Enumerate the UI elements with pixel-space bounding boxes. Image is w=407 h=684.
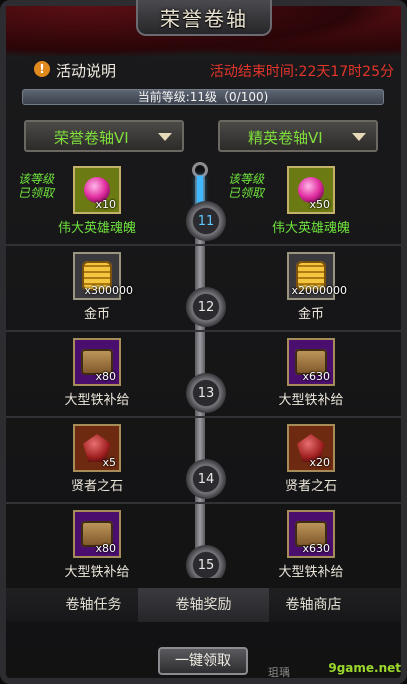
reward-name: 金币 [297, 307, 324, 322]
reward-item-right[interactable]: x630 大型铁补给 [256, 510, 366, 578]
reward-row: x300000 金币 x2000000 金币 12 [6, 244, 401, 332]
honor-scroll-label: 荣誉卷轴VI [54, 129, 129, 147]
chevron-down-icon [158, 133, 172, 141]
reward-quantity: x300000 [84, 284, 133, 297]
reward-item-left[interactable]: x80 大型铁补给 [42, 510, 152, 578]
reward-quantity: x80 [95, 370, 116, 383]
reward-quantity: x5 [102, 456, 116, 469]
reward-name: 大型铁补给 [64, 565, 130, 578]
level-progress-bar: 当前等级:11级（0/100) [22, 89, 384, 105]
info-row: ! 活动说明 活动结束时间:22天17时25分 [26, 58, 394, 82]
reward-item-left[interactable]: x10 伟大英雄魂魄 [42, 166, 152, 236]
level-node: 11 [186, 201, 226, 241]
reward-name: 伟大英雄魂魄 [57, 221, 136, 236]
reward-row: x80 大型铁补给 x630 大型铁补给 13 [6, 330, 401, 418]
elite-scroll-dropdown[interactable]: 精英卷轴VI [218, 120, 378, 152]
reward-item-right[interactable]: x50 伟大英雄魂魄 [256, 166, 366, 236]
reward-slot[interactable]: x2000000 [287, 252, 347, 300]
reward-quantity: x10 [95, 198, 116, 211]
reward-row: x80 大型铁补给 x630 大型铁补给 15 [6, 502, 401, 578]
reward-list[interactable]: x10 伟大英雄魂魄 该等级 已领取 x50 伟大英雄魂魄 该等级 已领取 11 x300000 金… [6, 158, 401, 578]
level-node-label: 14 [197, 471, 215, 487]
level-node-label: 13 [197, 385, 215, 401]
reward-quantity: x630 [302, 542, 330, 555]
level-node: 13 [186, 373, 226, 413]
watermark-cn: 珇瑀 [268, 666, 290, 679]
reward-slot[interactable]: x50 [287, 166, 335, 214]
title-plate: 荣誉卷轴 [136, 0, 272, 36]
level-node-label: 12 [197, 299, 215, 315]
reward-quantity: x2000000 [291, 284, 348, 297]
claimed-label-line: 已领取 [18, 186, 55, 200]
honor-scroll-dropdown[interactable]: 荣誉卷轴VI [24, 120, 184, 152]
reward-item-right[interactable]: x630 大型铁补给 [256, 338, 366, 408]
level-node: 14 [186, 459, 226, 499]
reward-name: 大型铁补给 [278, 393, 344, 408]
claimed-label: 该等级 已领取 [18, 172, 54, 200]
reward-row: x5 贤者之石 x20 贤者之石 14 [6, 416, 401, 504]
reward-name: 大型铁补给 [64, 393, 130, 408]
claimed-label-line: 已领取 [228, 186, 265, 200]
claimed-label: 该等级 已领取 [228, 172, 264, 200]
reward-item-right[interactable]: x20 贤者之石 [256, 424, 366, 494]
reward-quantity: x80 [95, 542, 116, 555]
activity-end-time: 活动结束时间:22天17时25分 [209, 64, 394, 80]
claim-all-button[interactable]: 一键领取 [158, 647, 248, 675]
reward-slot[interactable]: x300000 [73, 252, 133, 300]
reward-slot[interactable]: x10 [73, 166, 121, 214]
reward-name: 金币 [83, 307, 110, 322]
reward-name: 贤者之石 [284, 479, 337, 494]
reward-slot[interactable]: x630 [287, 510, 335, 558]
scroll-selectors: 荣誉卷轴VI 精英卷轴VI [24, 120, 378, 152]
reward-item-left[interactable]: x5 贤者之石 [42, 424, 152, 494]
chevron-down-icon [352, 133, 366, 141]
level-text: 当前等级:11级（0/100) [137, 90, 269, 104]
reward-row: x10 伟大英雄魂魄 该等级 已领取 x50 伟大英雄魂魄 该等级 已领取 11 [6, 158, 401, 246]
reward-item-left[interactable]: x80 大型铁补给 [42, 338, 152, 408]
reward-quantity: x630 [302, 370, 330, 383]
reward-name: 大型铁补给 [278, 565, 344, 578]
reward-slot[interactable]: x80 [73, 338, 121, 386]
reward-quantity: x20 [309, 456, 330, 469]
bottom-tabs: 卷轴任务 卷轴奖励 卷轴商店 [6, 588, 401, 622]
claimed-label-line: 该等级 [18, 172, 55, 186]
level-node: 15 [186, 545, 226, 578]
elite-scroll-label: 精英卷轴VI [248, 129, 323, 147]
claimed-label-line: 该等级 [228, 172, 265, 186]
reward-name: 贤者之石 [70, 479, 123, 494]
reward-item-left[interactable]: x300000 金币 [42, 252, 152, 322]
watermark: 9game.net [328, 661, 401, 675]
reward-slot[interactable]: x5 [73, 424, 121, 472]
reward-slot[interactable]: x630 [287, 338, 335, 386]
reward-item-right[interactable]: x2000000 金币 [256, 252, 366, 322]
level-node-label: 11 [197, 213, 215, 229]
reward-slot[interactable]: x80 [73, 510, 121, 558]
reward-quantity: x50 [309, 198, 330, 211]
level-node-label: 15 [197, 557, 215, 573]
tab-scroll-shop[interactable]: 卷轴商店 [248, 588, 379, 622]
info-icon[interactable]: ! [34, 61, 50, 77]
page-title: 荣誉卷轴 [160, 6, 248, 31]
reward-slot[interactable]: x20 [287, 424, 335, 472]
reward-name: 伟大英雄魂魄 [271, 221, 350, 236]
level-node: 12 [186, 287, 226, 327]
activity-info-link[interactable]: 活动说明 [56, 60, 116, 81]
